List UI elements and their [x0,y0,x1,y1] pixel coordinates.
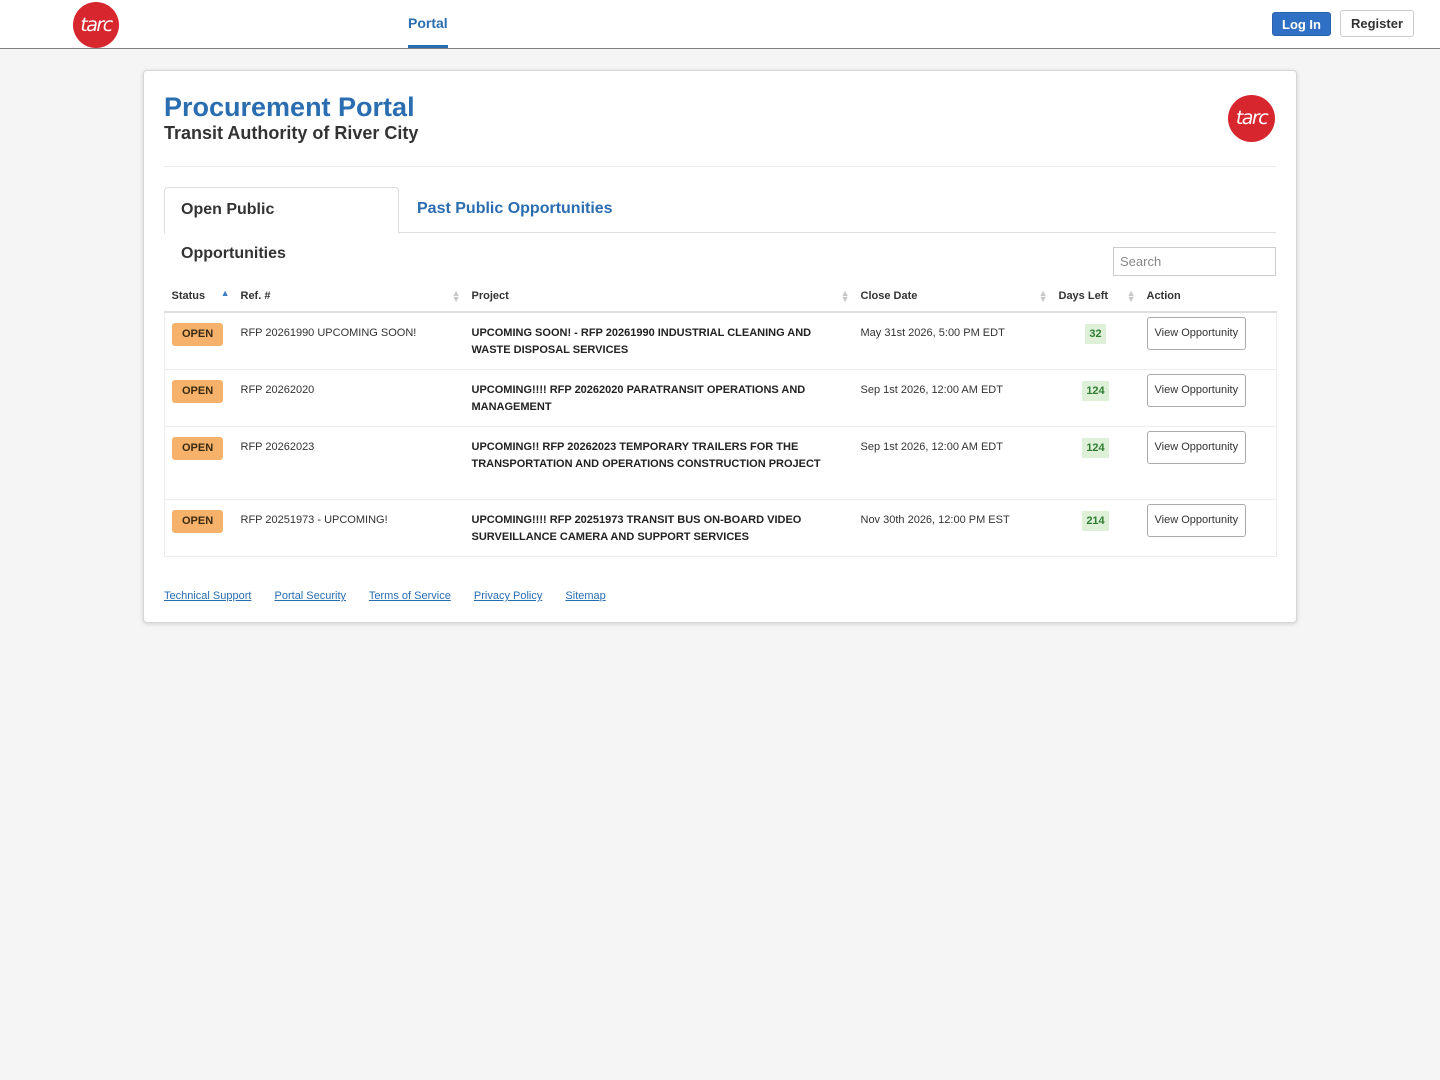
login-button[interactable]: Log In [1272,12,1331,36]
column-header-project[interactable]: Project ▲ ▼ [464,280,854,313]
nav-tab-portal[interactable]: Portal [204,0,448,48]
ref-cell: RFP 20261990 UPCOMING SOON! [233,311,465,369]
table-row: OPEN RFP 20262023 UPCOMING!! RFP 2026202… [164,425,1277,499]
days-left-badge: 124 [1082,437,1109,458]
card-logo-text: tarc [1235,107,1269,129]
table-header-row: Status ▲ Ref. # ▲ ▼ Project ▲ ▼ Close Date… [164,280,1277,313]
page-title: Procurement Portal [164,92,415,122]
sort-both-icon: ▲ ▼ [1126,288,1136,304]
footer-link-portal-security[interactable]: Portal Security [275,590,347,602]
search-input[interactable] [1113,247,1276,276]
column-header-close-date[interactable]: Close Date ▲ ▼ [853,280,1052,313]
status-badge: OPEN [172,436,224,460]
status-badge: OPEN [172,323,224,346]
footer-link-terms-of-service[interactable]: Terms of Service [369,590,451,602]
footer-link-technical-support[interactable]: Technical Support [164,590,251,602]
view-opportunity-button[interactable]: View Opportunity [1146,430,1247,464]
sort-both-icon: ▲ ▼ [451,288,461,304]
ref-cell: RFP 20262023 [233,425,465,499]
sort-both-icon: ▲ ▼ [840,288,850,304]
days-left-badge: 214 [1082,510,1109,531]
project-cell: UPCOMING!!!! RFP 20262020 PARATRANSIT OP… [464,368,854,426]
sort-asc-icon: ▲ [220,288,230,298]
column-header-action-label: Action [1146,289,1181,302]
column-header-project-label: Project [471,289,509,302]
portal-card: Procurement Portal Transit Authority of … [143,70,1297,623]
table-row: OPEN RFP 20261990 UPCOMING SOON! UPCOMIN… [164,311,1277,369]
view-opportunity-button[interactable]: View Opportunity [1146,317,1247,350]
footer-links: Technical Support Portal Security Terms … [164,590,626,602]
column-header-days-left-label: Days Left [1058,289,1109,302]
sort-both-icon: ▲ ▼ [1038,288,1048,304]
project-cell: UPCOMING SOON! - RFP 20261990 INDUSTRIAL… [464,311,854,369]
close-date-cell: May 31st 2026, 5:00 PM EDT [853,311,1052,369]
ref-cell: RFP 20262020 [233,368,465,426]
close-date-cell: Sep 1st 2026, 12:00 AM EDT [853,425,1052,499]
column-header-action: Action [1139,280,1277,313]
view-opportunity-button[interactable]: View Opportunity [1146,373,1247,407]
ref-cell: RFP 20251973 - UPCOMING! [233,498,465,556]
tab-past-opportunities[interactable]: Past Public Opportunities [401,187,629,233]
tarc-logo[interactable]: tarc [73,2,119,48]
column-header-close-date-label: Close Date [860,289,918,302]
top-navbar: tarc Portal Log In Register [0,0,1440,49]
footer-link-sitemap[interactable]: Sitemap [565,590,605,602]
logo-text: tarc [80,13,113,36]
opportunity-tabs: Open Public Opportunities Past Public Op… [164,187,1276,262]
close-date-cell: Sep 1st 2026, 12:00 AM EDT [853,368,1052,426]
opportunities-table: Status ▲ Ref. # ▲ ▼ Project ▲ ▼ Close Date… [164,280,1277,557]
header-divider [164,166,1276,167]
page-subtitle: Transit Authority of River City [164,123,419,143]
table-row: OPEN RFP 20251973 - UPCOMING! UPCOMING!!… [164,498,1277,556]
column-header-status-label: Status [171,289,206,302]
nav-tab-portal-label[interactable]: Portal [408,0,448,48]
close-date-cell: Nov 30th 2026, 12:00 PM EST [853,498,1052,556]
tarc-card-logo: tarc [1228,95,1275,142]
register-button[interactable]: Register [1340,10,1414,37]
project-cell: UPCOMING!!!! RFP 20251973 TRANSIT BUS ON… [464,498,854,556]
table-row: OPEN RFP 20262020 UPCOMING!!!! RFP 20262… [164,368,1277,426]
status-badge: OPEN [172,379,224,403]
column-header-ref[interactable]: Ref. # ▲ ▼ [233,280,465,313]
column-header-status[interactable]: Status ▲ [164,280,234,313]
tab-open-opportunities[interactable]: Open Public Opportunities [164,187,399,262]
days-left-badge: 32 [1085,324,1106,344]
column-header-days-left[interactable]: Days Left ▲ ▼ [1051,280,1140,313]
status-badge: OPEN [172,509,224,533]
days-left-badge: 124 [1082,380,1109,401]
view-opportunity-button[interactable]: View Opportunity [1146,503,1247,537]
column-header-ref-label: Ref. # [240,289,271,302]
project-cell: UPCOMING!! RFP 20262023 TEMPORARY TRAILE… [464,425,854,499]
footer-link-privacy-policy[interactable]: Privacy Policy [474,590,542,602]
